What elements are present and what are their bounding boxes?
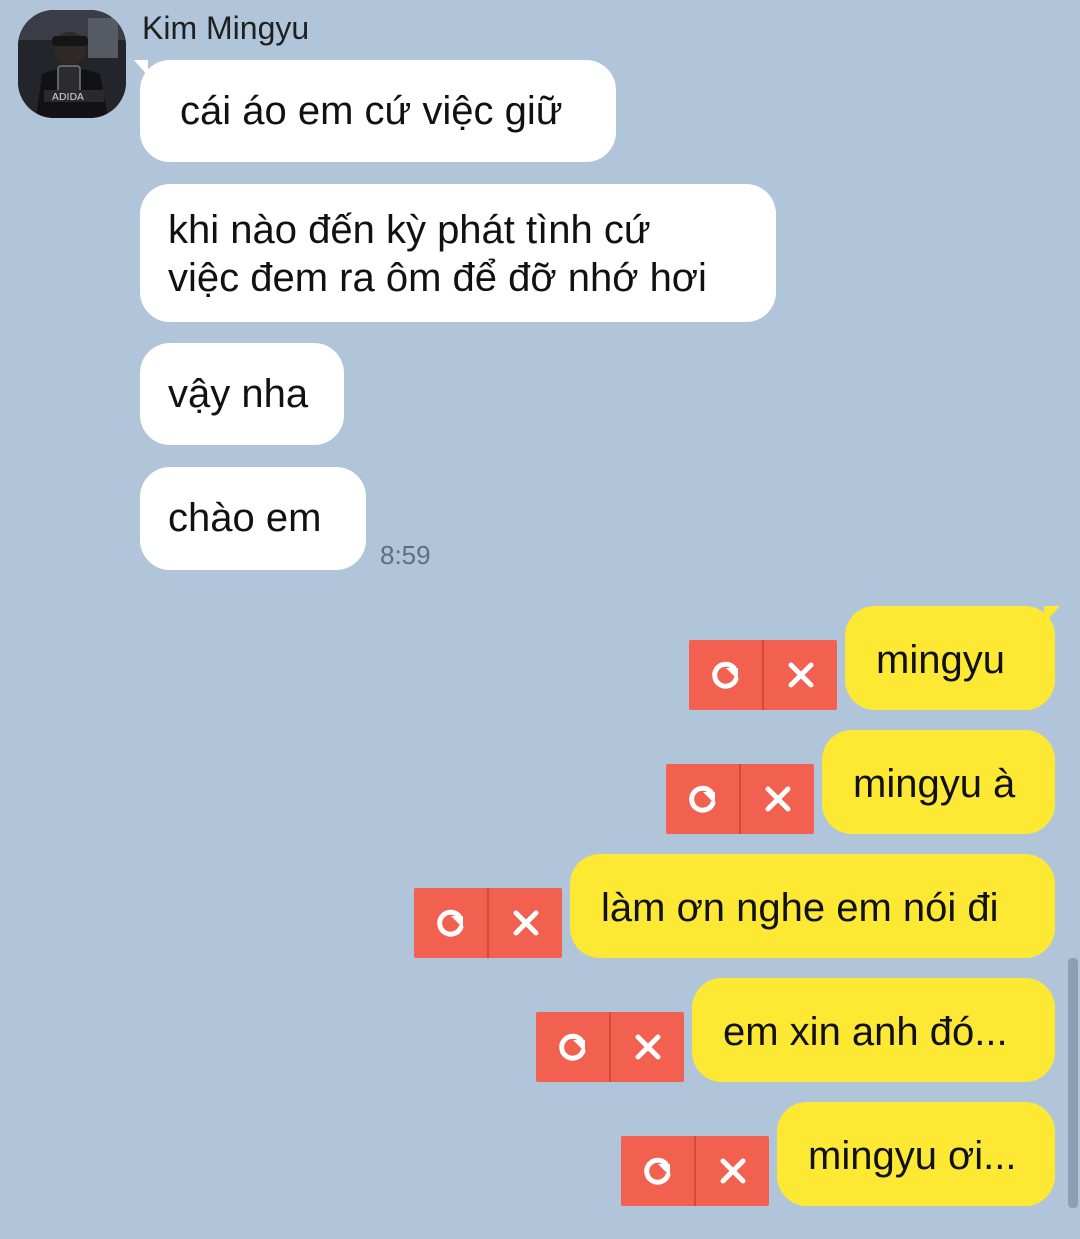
incoming-message[interactable]: cái áo em cứ việc giữ bbox=[140, 60, 616, 162]
close-icon bbox=[513, 910, 538, 936]
retry-button[interactable] bbox=[621, 1136, 696, 1206]
sender-name: Kim Mingyu bbox=[142, 10, 310, 46]
profile-photo: ADIDA bbox=[18, 10, 126, 118]
failed-send-actions bbox=[621, 1136, 769, 1206]
retry-button[interactable] bbox=[666, 764, 741, 834]
delete-button[interactable] bbox=[489, 888, 562, 958]
failed-send-actions bbox=[666, 764, 814, 834]
delete-button[interactable] bbox=[741, 764, 814, 834]
message-time: 8:59 bbox=[380, 540, 431, 570]
retry-button[interactable] bbox=[414, 888, 489, 958]
outgoing-message[interactable]: mingyu ơi... bbox=[777, 1102, 1055, 1206]
retry-button[interactable] bbox=[689, 640, 764, 710]
close-icon bbox=[635, 1034, 660, 1060]
svg-text:ADIDA: ADIDA bbox=[52, 92, 84, 103]
avatar[interactable]: ADIDA bbox=[18, 10, 126, 118]
incoming-message[interactable]: vậy nha bbox=[140, 343, 344, 445]
retry-icon bbox=[711, 661, 738, 689]
outgoing-message[interactable]: mingyu bbox=[845, 606, 1055, 710]
retry-button[interactable] bbox=[536, 1012, 611, 1082]
delete-button[interactable] bbox=[611, 1012, 684, 1082]
incoming-message[interactable]: chào em bbox=[140, 467, 366, 570]
retry-icon bbox=[558, 1033, 585, 1061]
delete-button[interactable] bbox=[696, 1136, 769, 1206]
failed-send-actions bbox=[536, 1012, 684, 1082]
outgoing-message[interactable]: em xin anh đó... bbox=[692, 978, 1055, 1082]
failed-send-actions bbox=[414, 888, 562, 958]
outgoing-message[interactable]: làm ơn nghe em nói đi bbox=[570, 854, 1055, 958]
delete-button[interactable] bbox=[764, 640, 837, 710]
outgoing-message[interactable]: mingyu à bbox=[822, 730, 1055, 834]
failed-send-actions bbox=[689, 640, 837, 710]
close-icon bbox=[720, 1158, 745, 1184]
close-icon bbox=[788, 662, 813, 688]
scrollbar[interactable] bbox=[1068, 958, 1078, 1208]
retry-icon bbox=[436, 909, 463, 937]
close-icon bbox=[765, 786, 790, 812]
retry-icon bbox=[643, 1157, 670, 1185]
retry-icon bbox=[688, 785, 715, 813]
incoming-message[interactable]: khi nào đến kỳ phát tình cứ việc đem ra … bbox=[140, 184, 776, 322]
